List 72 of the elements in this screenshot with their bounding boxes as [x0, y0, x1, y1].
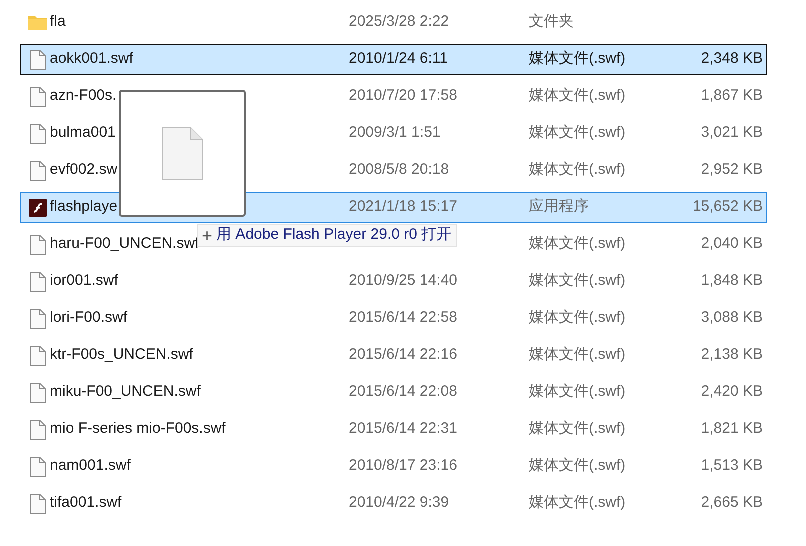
- file-size: 2,665 KB: [701, 493, 763, 514]
- file-name: haru-F00_UNCEN.swf: [50, 234, 200, 254]
- file-type: 媒体文件(.swf): [529, 456, 627, 476]
- file-type: 媒体文件(.swf): [529, 49, 627, 70]
- file-icon: [30, 308, 46, 328]
- file-size: 2,348 KB: [701, 49, 763, 70]
- modified-date: 2010/8/17 23:16: [349, 456, 458, 476]
- file-name: azn-F00s.: [50, 86, 117, 106]
- modified-date: 2008/5/8 20:18: [349, 160, 450, 180]
- file-icon: [30, 160, 46, 180]
- file-icon: [30, 420, 46, 440]
- file-size: 2,420 KB: [701, 382, 763, 402]
- file-name: ktr-F00s_UNCEN.swf: [50, 345, 194, 366]
- file-type: 媒体文件(.swf): [529, 271, 627, 292]
- file-name: flashplaye: [50, 197, 118, 218]
- modified-date: 2021/1/18 15:17: [349, 197, 458, 218]
- file-size: 15,652 KB: [692, 197, 763, 218]
- file-icon: [30, 272, 46, 292]
- file-icon: [30, 456, 46, 476]
- file-name: evf002.sw: [50, 160, 118, 180]
- file-name: aokk001.swf: [50, 49, 134, 70]
- file-icon: [30, 382, 46, 402]
- file-icon: [30, 346, 46, 366]
- modified-date: 2015/6/14 22:58: [349, 308, 458, 328]
- file-type: 媒体文件(.swf): [529, 382, 627, 402]
- file-icon: [30, 50, 46, 70]
- file-icon: [30, 86, 46, 106]
- file-size: 2,952 KB: [701, 160, 763, 180]
- modified-date: 2025/3/28 2:22: [349, 12, 450, 32]
- modified-date: 2015/6/14 22:31: [349, 419, 458, 440]
- plus-symbol: +: [202, 226, 213, 244]
- modified-date: 2015/6/14 22:16: [349, 345, 458, 366]
- file-name: miku-F00_UNCEN.swf: [50, 382, 201, 402]
- file-size: 1,513 KB: [701, 456, 763, 476]
- selected-file-row[interactable]: aokk001.swf 2010/1/24 6:11 媒体文件(.swf) 2,348 KB: [20, 44, 767, 75]
- file-name: bulma001: [50, 123, 116, 144]
- file-type: 媒体文件(.swf): [529, 345, 627, 366]
- file-type: 应用程序: [529, 197, 590, 218]
- modified-date: 2009/3/1 1:51: [349, 123, 442, 144]
- file-icon: [30, 494, 46, 514]
- file-type: 媒体文件(.swf): [529, 419, 627, 440]
- tooltip-text: 用 Adobe Flash Player 29.0 r0 打开: [216, 225, 452, 246]
- file-type: 媒体文件(.swf): [529, 123, 627, 144]
- folder-icon: [28, 15, 47, 30]
- file-name: fla: [50, 12, 66, 32]
- file-size: 2,040 KB: [701, 234, 763, 254]
- file-size: 1,848 KB: [701, 271, 763, 292]
- file-type: 媒体文件(.swf): [529, 234, 627, 254]
- modified-date: 2010/1/24 6:11: [349, 49, 449, 70]
- file-name: tifa001.swf: [50, 493, 122, 514]
- file-name: mio F-series mio-F00s.swf: [50, 419, 226, 440]
- file-type: 媒体文件(.swf): [529, 160, 627, 180]
- modified-date: 2010/7/20 17:58: [349, 86, 458, 106]
- file-size: 1,867 KB: [701, 86, 763, 106]
- file-type: 媒体文件(.swf): [529, 86, 627, 106]
- file-type: 文件夹: [529, 12, 575, 32]
- file-name: nam001.swf: [50, 456, 131, 476]
- file-name: ior001.swf: [50, 271, 118, 292]
- file-type: 媒体文件(.swf): [529, 308, 627, 328]
- modified-date: 2010/9/25 14:40: [349, 271, 458, 292]
- file-type: 媒体文件(.swf): [529, 493, 627, 514]
- file-size: 3,021 KB: [701, 123, 763, 144]
- file-size: 2,138 KB: [701, 345, 763, 366]
- file-name: lori-F00.swf: [50, 308, 128, 328]
- file-icon: [30, 234, 46, 254]
- flash-app-icon: [28, 198, 46, 216]
- file-size: 1,821 KB: [701, 419, 763, 440]
- modified-date: 2015/6/14 22:08: [349, 382, 458, 402]
- file-icon: [30, 124, 46, 144]
- modified-date: 2010/4/22 9:39: [349, 493, 450, 514]
- document-icon: [162, 126, 204, 180]
- file-size: 3,088 KB: [701, 308, 763, 328]
